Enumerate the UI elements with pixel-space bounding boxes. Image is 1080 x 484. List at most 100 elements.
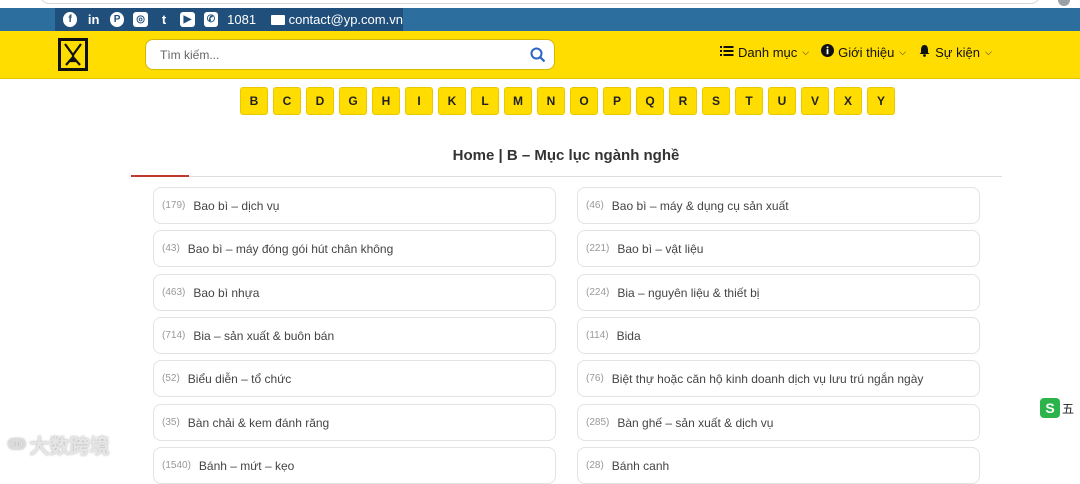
category-count: (35): [162, 417, 180, 428]
facebook-icon[interactable]: f: [63, 12, 78, 27]
category-card[interactable]: (35) Bàn chải & kem đánh răng: [153, 404, 556, 441]
site-header: Danh mục ⌵ Giới thiệu ⌵ Sự kiện ⌵: [0, 31, 1080, 79]
category-name: Bao bì – vật liệu: [617, 241, 704, 256]
category-name: Bao bì nhựa: [193, 285, 260, 300]
letter-button[interactable]: X: [834, 87, 862, 115]
category-count: (1540): [162, 460, 191, 471]
category-card[interactable]: (114) Bida: [577, 317, 980, 354]
nav-su-kien[interactable]: Sự kiện ⌵: [918, 44, 992, 60]
page-title: Home | B – Mục lục ngành nghề: [452, 147, 680, 164]
category-card[interactable]: (285) Bàn ghế – sản xuất & dịch vụ: [577, 404, 980, 441]
category-card[interactable]: (179) Bao bì – dịch vụ: [153, 187, 556, 224]
letter-button[interactable]: R: [669, 87, 697, 115]
category-card[interactable]: (28) Bánh canh: [577, 447, 980, 484]
category-card[interactable]: (76) Biệt thự hoặc căn hộ kinh doanh dịch…: [577, 360, 980, 397]
youtube-icon[interactable]: ▶: [180, 12, 195, 27]
category-count: (114): [586, 330, 609, 341]
address-bar[interactable]: [40, 0, 1040, 4]
letter-button[interactable]: O: [570, 87, 598, 115]
pinterest-icon[interactable]: P: [109, 12, 125, 27]
alphabet-filter: BCDGHIKLMNOPQRSTUVXY: [240, 87, 895, 115]
letter-button[interactable]: S: [702, 87, 730, 115]
nav-danh-muc[interactable]: Danh mục ⌵: [720, 45, 809, 60]
yellow-pages-logo[interactable]: [58, 38, 88, 71]
category-name: Bia – nguyên liệu & thiết bị: [617, 285, 760, 300]
letter-button[interactable]: L: [471, 87, 499, 115]
letter-button[interactable]: M: [504, 87, 532, 115]
category-name: Bàn chải & kem đánh răng: [187, 415, 330, 430]
info-icon: [821, 44, 835, 60]
letter-button[interactable]: B: [240, 87, 268, 115]
chevron-down-icon: ⌵: [802, 46, 810, 57]
watermark-logo-icon: ↈ: [8, 435, 26, 453]
category-card[interactable]: (224) Bia – nguyên liệu & thiết bị: [577, 274, 980, 311]
search-icon[interactable]: [530, 47, 546, 68]
category-count: (179): [162, 200, 186, 211]
category-card[interactable]: (221) Bao bì – vật liệu: [577, 230, 980, 267]
category-name: Bánh – mứt – kẹo: [198, 458, 295, 473]
category-card[interactable]: (46) Bao bì – máy & dụng cụ sản xuất: [577, 187, 980, 224]
category-card[interactable]: (52) Biểu diễn – tổ chức: [153, 360, 556, 397]
chevron-down-icon: ⌵: [984, 46, 992, 57]
phone-number[interactable]: 1081: [227, 12, 256, 27]
category-name: Bida: [616, 328, 641, 343]
category-card[interactable]: (714) Bia – sản xuất & buôn bán: [153, 317, 556, 354]
phone-icon: ✆: [203, 12, 219, 27]
category-count: (52): [162, 373, 180, 384]
category-name: Bánh canh: [611, 458, 670, 473]
letter-button[interactable]: K: [438, 87, 466, 115]
category-name: Bao bì – máy đóng gói hút chân không: [187, 241, 394, 256]
browser-menu-icon[interactable]: [1058, 0, 1070, 6]
category-card[interactable]: (43) Bao bì – máy đóng gói hút chân không: [153, 230, 556, 267]
mail-icon: [271, 14, 285, 25]
category-count: (224): [586, 287, 610, 298]
linkedin-icon[interactable]: in: [86, 12, 100, 27]
letter-button[interactable]: P: [603, 87, 631, 115]
letter-button[interactable]: Q: [636, 87, 664, 115]
list-icon: [720, 45, 734, 60]
bell-icon: [918, 44, 931, 60]
title-accent: [131, 175, 189, 177]
tumblr-icon[interactable]: t: [157, 12, 171, 27]
letter-button[interactable]: H: [372, 87, 400, 115]
nav-label: Danh mục: [738, 44, 798, 60]
category-count: (285): [586, 417, 610, 428]
category-name: Bàn ghế – sản xuất & dịch vụ: [617, 415, 774, 430]
category-count: (28): [586, 460, 604, 471]
letter-button[interactable]: D: [306, 87, 334, 115]
category-card[interactable]: (1540) Bánh – mứt – kẹo: [153, 447, 556, 484]
category-count: (43): [162, 243, 180, 254]
letter-button[interactable]: N: [537, 87, 565, 115]
letter-button[interactable]: T: [735, 87, 763, 115]
letter-button[interactable]: I: [405, 87, 433, 115]
search-input[interactable]: [160, 46, 520, 64]
nav-label: Giới thiệu: [838, 44, 895, 60]
chevron-down-icon: ⌵: [899, 46, 907, 57]
ime-widget[interactable]: S 五: [1040, 398, 1075, 418]
watermark: ↈ 大数跨境: [8, 430, 110, 459]
nav-label: Sự kiện: [935, 44, 980, 60]
category-name: Bia – sản xuất & buôn bán: [193, 328, 335, 343]
ime-mode-label: 五: [1062, 399, 1075, 417]
category-count: (221): [586, 243, 610, 254]
top-contact-bar: f in P ◎ t ▶ ✆ 1081 contact@yp.com.vn: [0, 8, 1080, 31]
instagram-icon[interactable]: ◎: [133, 12, 148, 27]
nav-gioi-thieu[interactable]: Giới thiệu ⌵: [821, 44, 906, 60]
letter-button[interactable]: V: [801, 87, 829, 115]
category-name: Bao bì – máy & dụng cụ sản xuất: [611, 198, 789, 213]
search-box: [145, 39, 555, 70]
category-count: (46): [586, 200, 604, 211]
letter-button[interactable]: C: [273, 87, 301, 115]
letter-button[interactable]: Y: [867, 87, 895, 115]
category-count: (76): [586, 373, 604, 384]
category-count: (463): [162, 287, 186, 298]
main-nav: Danh mục ⌵ Giới thiệu ⌵ Sự kiện ⌵: [720, 44, 992, 60]
category-count: (714): [162, 330, 186, 341]
sogou-icon: S: [1040, 398, 1060, 418]
watermark-text: 大数跨境: [29, 436, 110, 458]
category-name: Bao bì – dịch vụ: [193, 198, 280, 213]
letter-button[interactable]: G: [339, 87, 367, 115]
letter-button[interactable]: U: [768, 87, 796, 115]
contact-email[interactable]: contact@yp.com.vn: [289, 12, 403, 27]
category-card[interactable]: (463) Bao bì nhựa: [153, 274, 556, 311]
